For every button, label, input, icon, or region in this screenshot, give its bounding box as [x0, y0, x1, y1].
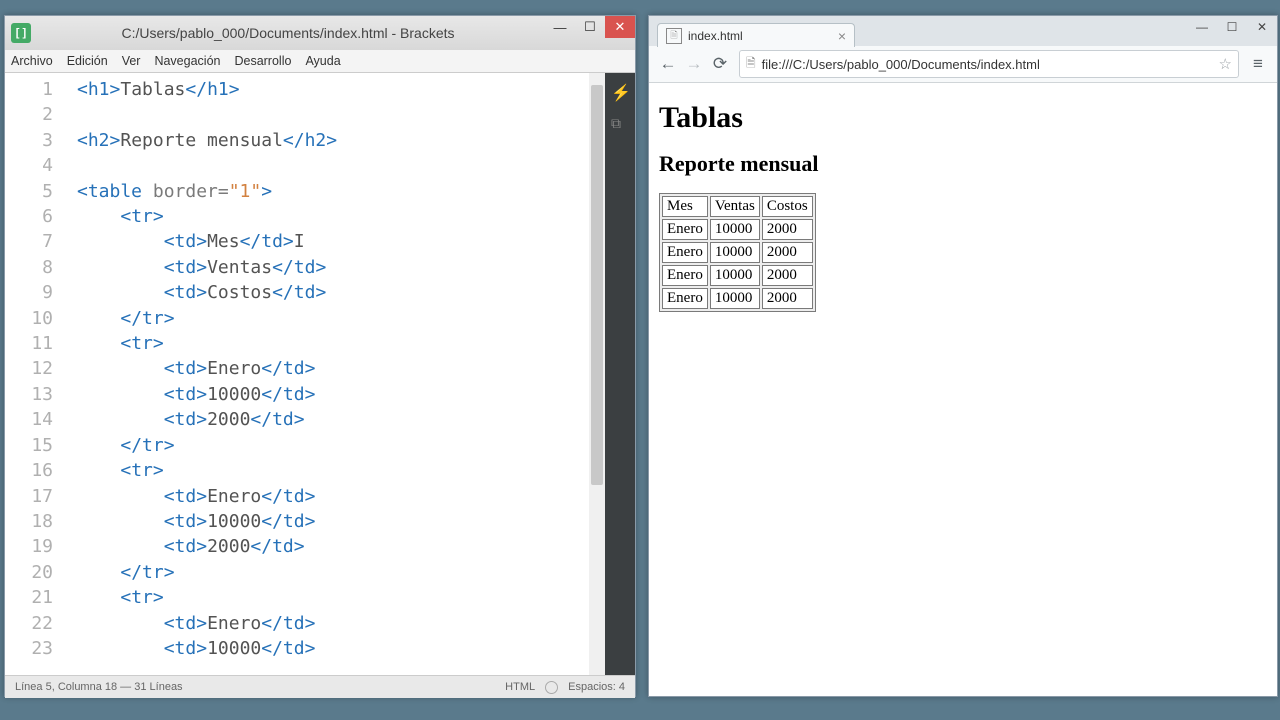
- live-preview-icon[interactable]: ⚡: [611, 83, 629, 101]
- minimize-button[interactable]: —: [545, 16, 575, 38]
- maximize-button[interactable]: ☐: [575, 16, 605, 38]
- brackets-titlebar[interactable]: [ ] C:/Users/pablo_000/Documents/index.h…: [5, 16, 635, 50]
- text-cursor: I: [294, 231, 305, 252]
- tab-close-icon[interactable]: ×: [838, 28, 846, 44]
- status-inspection-icon[interactable]: [545, 681, 558, 694]
- brackets-menubar: Archivo Edición Ver Navegación Desarroll…: [5, 50, 635, 73]
- page-h1: Tablas: [659, 101, 1267, 135]
- page-h2: Reporte mensual: [659, 151, 1267, 177]
- brackets-window: [ ] C:/Users/pablo_000/Documents/index.h…: [4, 15, 636, 697]
- menu-archivo[interactable]: Archivo: [11, 54, 53, 68]
- menu-desarrollo[interactable]: Desarrollo: [234, 54, 291, 68]
- extensions-icon[interactable]: ⧉: [611, 115, 629, 133]
- line-gutter: 1234567891011121314151617181920212223: [5, 73, 63, 675]
- chrome-toolbar: ← → ⟳ 🗎 file:///C:/Users/pablo_000/Docum…: [649, 46, 1277, 83]
- back-button[interactable]: ←: [655, 51, 681, 77]
- brackets-side-toolbar: ⚡ ⧉: [605, 73, 635, 675]
- close-button[interactable]: ✕: [605, 16, 635, 38]
- menu-navegacion[interactable]: Navegación: [154, 54, 220, 68]
- table-row: Mes Ventas Costos: [662, 196, 813, 217]
- menu-ayuda[interactable]: Ayuda: [305, 54, 340, 68]
- table-row: Enero 10000 2000: [662, 242, 813, 263]
- chrome-close-button[interactable]: ✕: [1247, 16, 1277, 38]
- table-row: Enero 10000 2000: [662, 288, 813, 309]
- brackets-title: C:/Users/pablo_000/Documents/index.html …: [31, 25, 545, 41]
- page-content: Tablas Reporte mensual Mes Ventas Costos…: [649, 83, 1277, 320]
- browser-tab[interactable]: 🗎 index.html ×: [657, 23, 855, 47]
- table-row: Enero 10000 2000: [662, 219, 813, 240]
- table-row: Enero 10000 2000: [662, 265, 813, 286]
- address-bar[interactable]: 🗎 file:///C:/Users/pablo_000/Documents/i…: [739, 50, 1239, 78]
- code-scrollbar[interactable]: [589, 73, 605, 675]
- status-indentation[interactable]: Espacios: 4: [568, 681, 625, 693]
- chrome-minimize-button[interactable]: —: [1187, 16, 1217, 38]
- status-cursor-pos: Línea 5, Columna 18 — 31 Líneas: [15, 681, 183, 693]
- forward-button[interactable]: →: [681, 51, 707, 77]
- brackets-logo-icon: [ ]: [11, 23, 31, 43]
- tab-title: index.html: [688, 29, 743, 43]
- favicon-icon: 🗎: [666, 28, 682, 44]
- chrome-window: 🗎 index.html × — ☐ ✕ ← → ⟳ 🗎 file:///C:/…: [648, 15, 1278, 697]
- brackets-statusbar: Línea 5, Columna 18 — 31 Líneas HTML Esp…: [5, 675, 635, 698]
- url-text: file:///C:/Users/pablo_000/Documents/ind…: [762, 57, 1040, 72]
- data-table: Mes Ventas Costos Enero 10000 2000 Enero…: [659, 193, 816, 312]
- chrome-tabstrip[interactable]: 🗎 index.html × — ☐ ✕: [649, 16, 1277, 46]
- chrome-menu-button[interactable]: ≡: [1245, 51, 1271, 77]
- code-editor[interactable]: <h1>Tablas</h1> <h2>Reporte mensual</h2>…: [63, 73, 605, 675]
- reload-button[interactable]: ⟳: [707, 51, 733, 77]
- status-language[interactable]: HTML: [505, 681, 535, 693]
- menu-edicion[interactable]: Edición: [67, 54, 108, 68]
- chrome-maximize-button[interactable]: ☐: [1217, 16, 1247, 38]
- menu-ver[interactable]: Ver: [122, 54, 141, 68]
- bookmark-star-icon[interactable]: ☆: [1219, 55, 1232, 73]
- page-icon: 🗎: [746, 54, 756, 75]
